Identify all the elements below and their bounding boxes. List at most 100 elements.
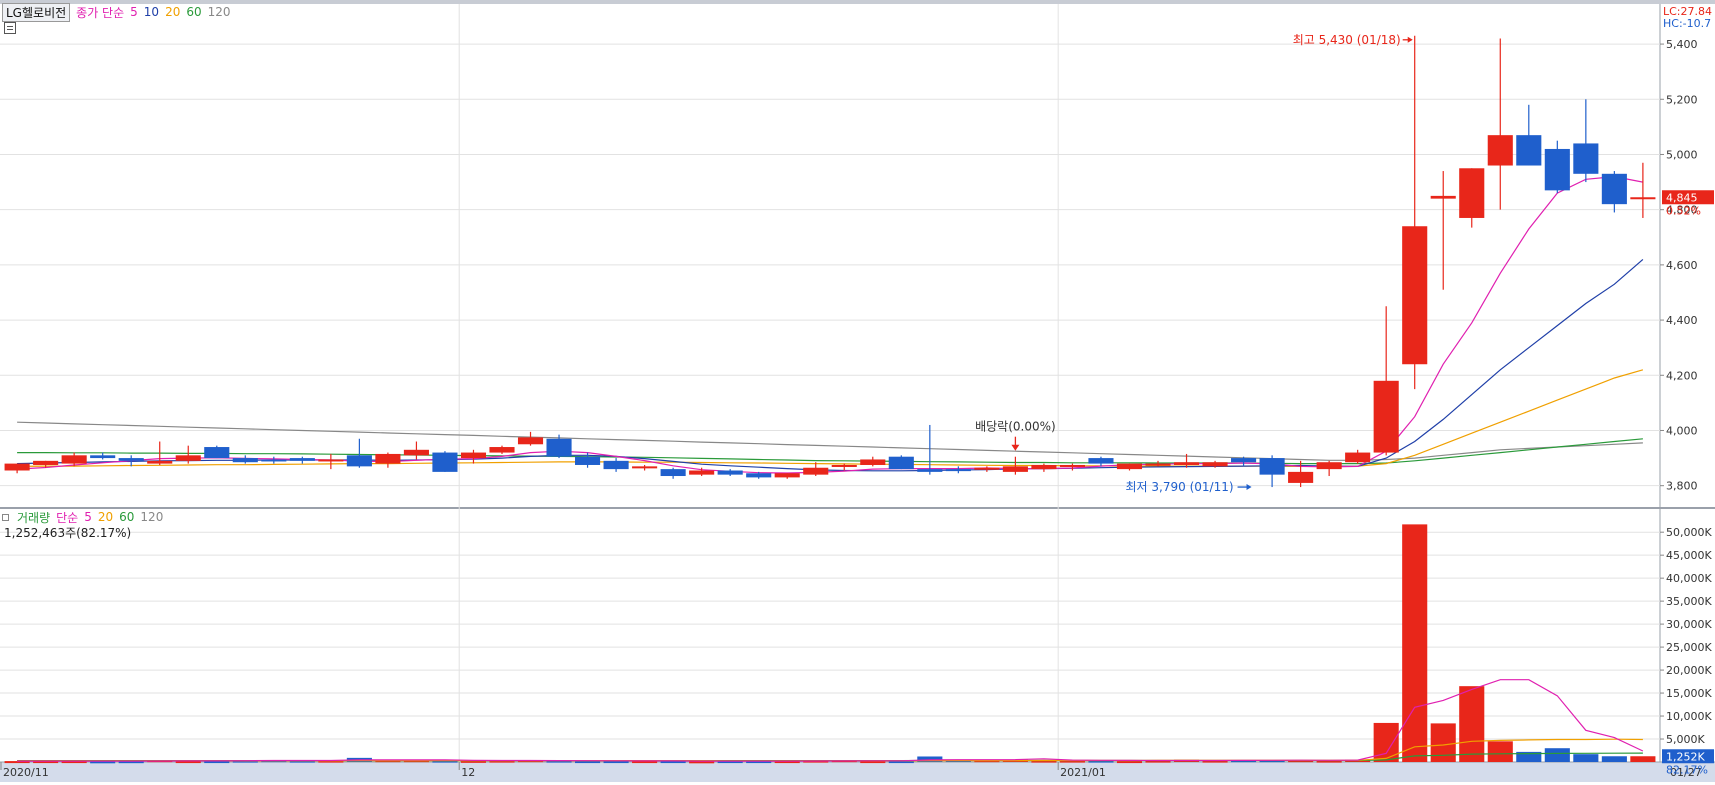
chart-background [0,0,1715,782]
volume-bar [1402,524,1428,762]
last-volume-pct-label: 82.17% [1666,763,1708,776]
chart-canvas: 3,8004,0004,2004,4004,6004,8005,0005,200… [0,0,1715,782]
price-tick-label: 5,200 [1666,93,1698,106]
candle-body [717,470,743,475]
price-tick-label: 4,200 [1666,369,1698,382]
candle-body [261,459,287,462]
candle-body [860,459,886,465]
x-tick-label: 2020/11 [3,766,49,779]
candle-body [1544,148,1570,191]
price-tick-label: 5,400 [1666,38,1698,51]
volume-bar [1116,761,1143,764]
volume-bar [1487,741,1513,762]
volume-legend-label: 거래량 [17,510,51,525]
candle-body [1002,466,1028,472]
price-tick-label: 4,600 [1666,259,1698,272]
candle-body [90,455,116,459]
candle-body [831,464,857,467]
volume-tick-label: 50,000K [1666,526,1712,539]
high-annotation: 최고 5,430 (01/18) [1293,33,1401,47]
candle-body [61,455,87,464]
legend-vol-ma120[interactable]: 120 [140,510,163,524]
candle-body [1316,462,1342,470]
candle-body [974,467,1000,470]
candle-body [232,458,258,463]
candle-body [1573,143,1599,174]
price-legend: LG헬로비전 종가 단순 5 10 20 60 120 [2,2,231,22]
candle-body [1031,464,1057,470]
last-volume-label: 1,252K [1666,750,1705,763]
candle-body [147,460,173,464]
candle-body [1402,226,1428,365]
price-legend-label: 종가 단순 [76,5,125,20]
volume-bar [1544,748,1570,762]
candle-body [403,449,429,456]
candle-body [917,469,943,472]
volume-tick-label: 20,000K [1666,664,1712,677]
volume-bar [575,761,601,764]
volume-bar [1630,756,1656,762]
candle-body [1288,471,1314,483]
candle-body [1459,168,1485,218]
candle-body [1516,135,1542,166]
candle-body [945,469,971,472]
candle-body [1202,462,1228,467]
stock-name-box[interactable]: LG헬로비전 [2,2,71,22]
volume-bar [1430,723,1456,762]
candle-body [489,447,515,453]
x-axis-strip [0,762,1715,782]
x-tick-label: 12 [461,766,475,779]
volume-tick-label: 25,000K [1666,641,1712,654]
candle-body [204,447,230,459]
legend-vol-ma5[interactable]: 5 [84,510,92,524]
volume-bar [1601,756,1627,762]
candle-body [774,473,800,478]
volume-tick-label: 5,000K [1666,733,1705,746]
candle-body [517,437,544,445]
candle-body [1630,197,1656,200]
volume-bar [1459,686,1485,762]
volume-legend-marker-icon [2,513,9,521]
candle-body [888,456,914,470]
legend-vol-ma20[interactable]: 20 [98,510,113,524]
volume-tick-label: 35,000K [1666,595,1712,608]
legend-ma120[interactable]: 120 [208,5,231,19]
dividend-annotation: 배당락(0.00%) [975,420,1056,434]
legend-ma5[interactable]: 5 [130,5,138,19]
stock-chart: 3,800 4,000 4,200 4,400 4,600 4,800 5,000 5,200… [0,0,1715,782]
candle-body [1259,458,1285,475]
legend-ma60[interactable]: 60 [186,5,201,19]
volume-bar [1373,722,1399,762]
legend-vol-ma60[interactable]: 60 [119,510,134,524]
price-tick-label: 4,000 [1666,424,1698,437]
last-price-label: 4,845 [1666,191,1698,204]
legend-ma20[interactable]: 20 [165,5,180,19]
volume-tick-label: 15,000K [1666,687,1712,700]
candle-body [1430,195,1456,199]
candle-body [803,467,829,475]
candle-body [546,438,572,457]
candle-body [33,460,59,465]
volume-tick-label: 40,000K [1666,572,1712,585]
volume-legend-label2: 단순 [56,510,79,525]
candle-body [375,453,401,464]
candle-body [346,455,372,467]
candle-body [1487,135,1513,166]
chart-menu-icon[interactable] [4,22,16,34]
top-scroll-strip [0,0,1715,4]
candle-body [1345,452,1371,463]
price-tick-label: 4,400 [1666,314,1698,327]
candle-body [118,458,144,461]
candle-body [1088,458,1114,464]
candle-body [1373,380,1399,453]
legend-ma10[interactable]: 10 [144,5,159,19]
price-tick-label: 3,800 [1666,480,1698,493]
candle-body [175,455,201,461]
candle-body [603,460,629,470]
volume-legend: 거래량 단순 5 20 60 120 [2,509,163,525]
candle-body [318,459,344,462]
x-tick-label: 2021/01 [1060,766,1106,779]
volume-bar [1573,754,1599,762]
candle-body [289,458,315,461]
candle-body [746,473,772,478]
